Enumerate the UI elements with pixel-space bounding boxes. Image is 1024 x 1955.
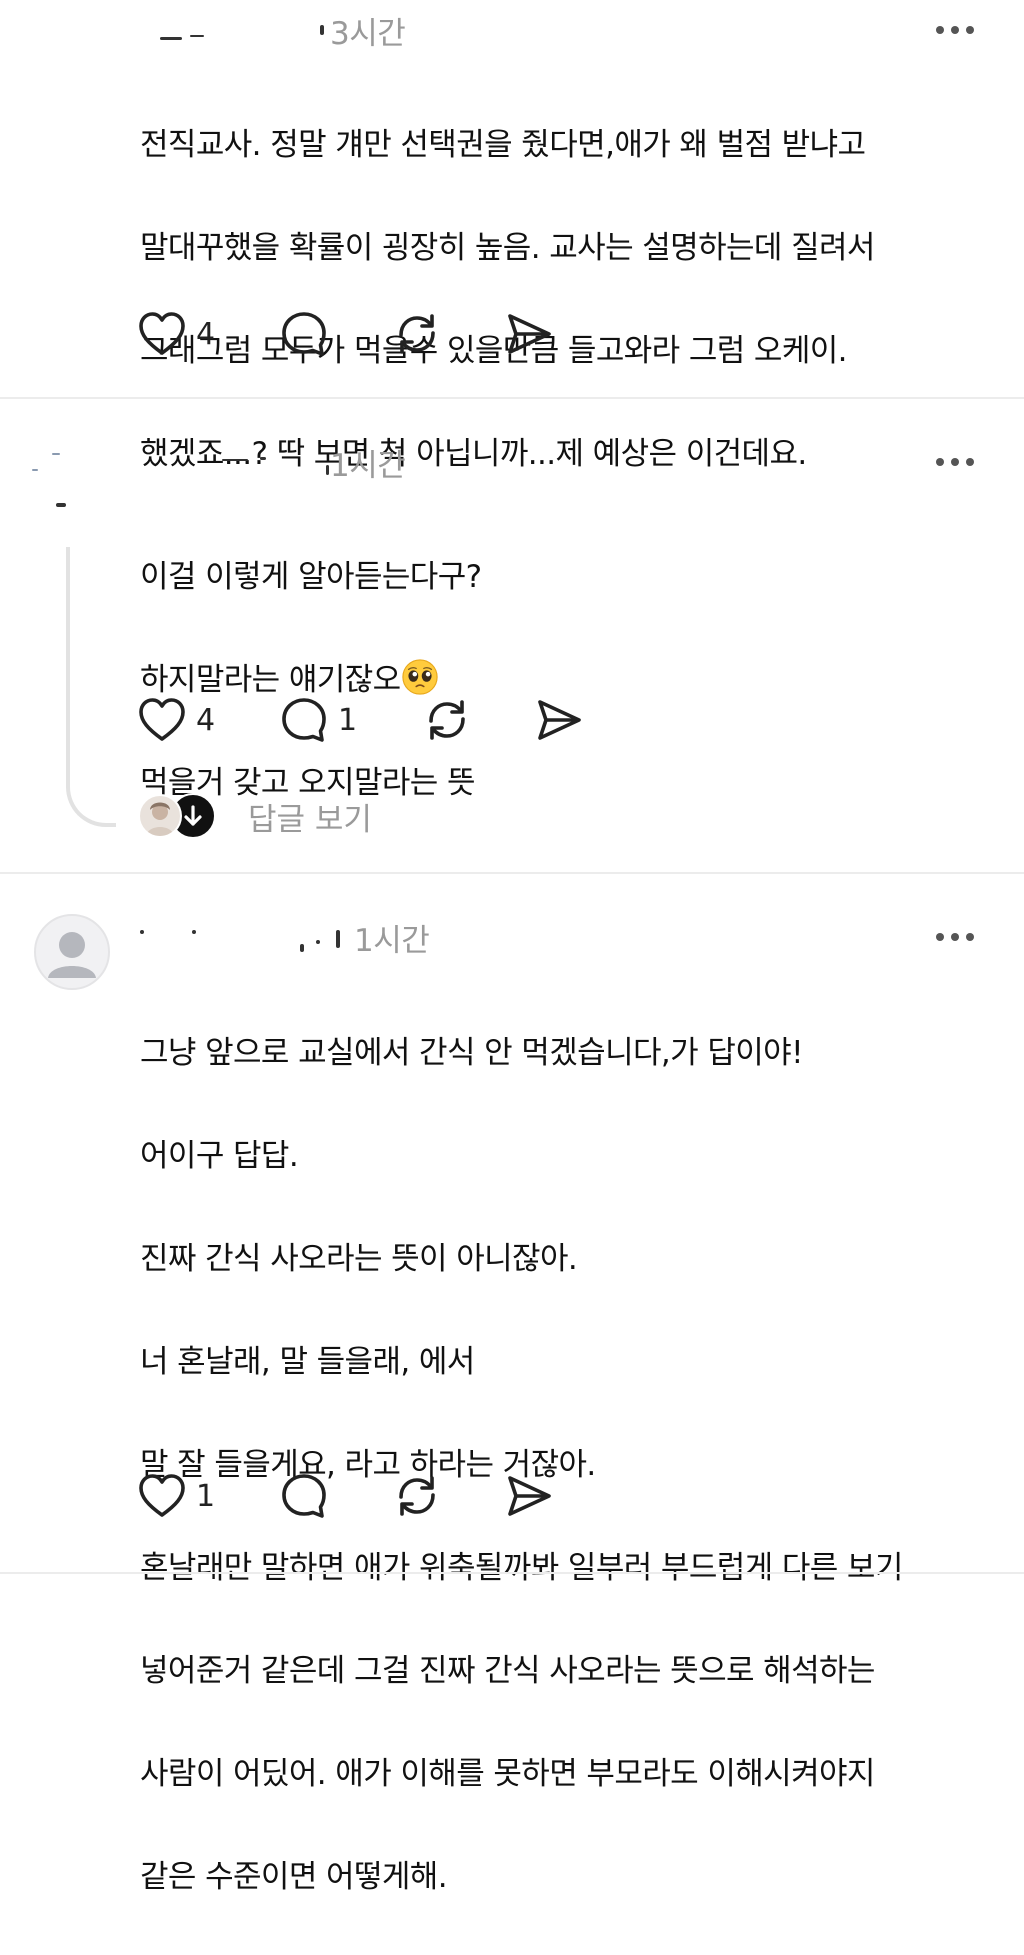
post-header: 3시간 xyxy=(140,8,406,52)
more-options-button[interactable] xyxy=(936,457,974,467)
share-button[interactable] xyxy=(534,692,584,748)
heart-icon xyxy=(139,698,185,741)
comment-bubble-icon xyxy=(282,1474,326,1518)
more-dots-icon xyxy=(936,458,944,466)
repost-icon xyxy=(399,314,435,354)
more-options-button[interactable] xyxy=(936,25,974,35)
view-replies-label: 답글 보기 xyxy=(248,801,372,838)
post-line: 그냥 앞으로 교실에서 간식 안 먹겠습니다,가 답이야! xyxy=(140,1034,804,1071)
post-time: 3시간 xyxy=(330,15,406,52)
more-dots-icon xyxy=(936,26,944,34)
comment-bubble-icon xyxy=(282,312,326,356)
post-1: 3시간 전직교사. 정말 걔만 선택권을 줬다면,애가 왜 벌점 받냐고 말대꾸… xyxy=(0,0,1024,472)
send-icon xyxy=(508,314,551,354)
post-line: 진짜 간식 사오라는 뜻이 아니잖아. xyxy=(140,1240,578,1277)
send-icon xyxy=(508,1476,551,1516)
post-line: 같은 수준이면 어떻게해. xyxy=(140,1858,448,1895)
repost-button[interactable] xyxy=(392,1468,504,1524)
post-header: 1시간 xyxy=(140,915,430,959)
post-line: 이걸 이렇게 알아듣는다구? xyxy=(140,558,482,595)
like-count: 4 xyxy=(196,702,216,738)
thread-line xyxy=(66,547,116,827)
like-button[interactable]: 1 xyxy=(138,1468,280,1524)
default-avatar-icon[interactable] xyxy=(34,914,110,990)
post-line: 넣어준거 같은데 그걸 진짜 간식 사오라는 뜻으로 해석하는 xyxy=(140,1652,875,1689)
heart-icon xyxy=(139,1474,185,1517)
action-bar: 4 xyxy=(138,306,554,362)
view-replies-link[interactable]: 답글 보기 xyxy=(138,791,372,841)
repost-icon xyxy=(429,700,465,740)
like-button[interactable]: 4 xyxy=(138,306,280,362)
post-line: 말대꾸했을 확률이 굉장히 높음. 교사는 설명하는데 질려서 xyxy=(140,229,875,266)
post-header: 1시간 xyxy=(140,440,406,484)
action-bar: 4 1 xyxy=(138,692,584,748)
post-3: 1시간 그냥 앞으로 교실에서 간식 안 먹겠습니다,가 답이야! 어이구 답답… xyxy=(0,874,1024,1895)
repost-icon xyxy=(399,1476,435,1516)
send-icon xyxy=(538,700,581,740)
post-body: 그냥 앞으로 교실에서 간식 안 먹겠습니다,가 답이야! 어이구 답답. 진짜… xyxy=(140,976,980,1955)
like-button[interactable]: 4 xyxy=(138,692,280,748)
repost-button[interactable] xyxy=(422,692,534,748)
reply-author-avatar xyxy=(138,794,182,838)
post-time: 1시간 xyxy=(354,922,430,959)
action-bar: 1 xyxy=(138,1468,554,1524)
post-line: 혼날래만 말하면 애가 위축될까봐 일부러 부드럽게 다른 보기 xyxy=(140,1549,903,1586)
username-redacted[interactable] xyxy=(140,15,330,45)
comment-button[interactable]: 1 xyxy=(280,692,422,748)
comment-button[interactable] xyxy=(280,1468,392,1524)
post-divider xyxy=(0,1572,1024,1574)
post-line: 사람이 어딨어. 애가 이해를 못하면 부모라도 이해시켜야지 xyxy=(140,1755,875,1792)
username-redacted[interactable] xyxy=(140,922,354,952)
post-2: 1시간 이걸 이렇게 알아듣는다구? 하지말라는 얘기잖오 먹을거 갖고 오지말… xyxy=(0,399,1024,872)
repost-button[interactable] xyxy=(392,306,504,362)
comment-count: 1 xyxy=(338,702,358,738)
username-redacted[interactable] xyxy=(140,447,330,477)
pleading-face-emoji xyxy=(401,658,438,695)
share-button[interactable] xyxy=(504,306,554,362)
heart-icon xyxy=(139,312,185,355)
post-line: 어이구 답답. xyxy=(140,1137,299,1174)
like-count: 1 xyxy=(196,1478,216,1514)
like-count: 4 xyxy=(196,316,216,352)
more-options-button[interactable] xyxy=(936,932,974,942)
comment-bubble-icon xyxy=(282,698,326,742)
avatar-fragment xyxy=(32,447,92,517)
share-button[interactable] xyxy=(504,1468,554,1524)
post-line: 너 혼날래, 말 들을래, 에서 xyxy=(140,1343,475,1380)
comment-button[interactable] xyxy=(280,306,392,362)
post-line: 전직교사. 정말 걔만 선택권을 줬다면,애가 왜 벌점 받냐고 xyxy=(140,126,866,163)
more-dots-icon xyxy=(936,933,944,941)
post-time: 1시간 xyxy=(330,447,406,484)
